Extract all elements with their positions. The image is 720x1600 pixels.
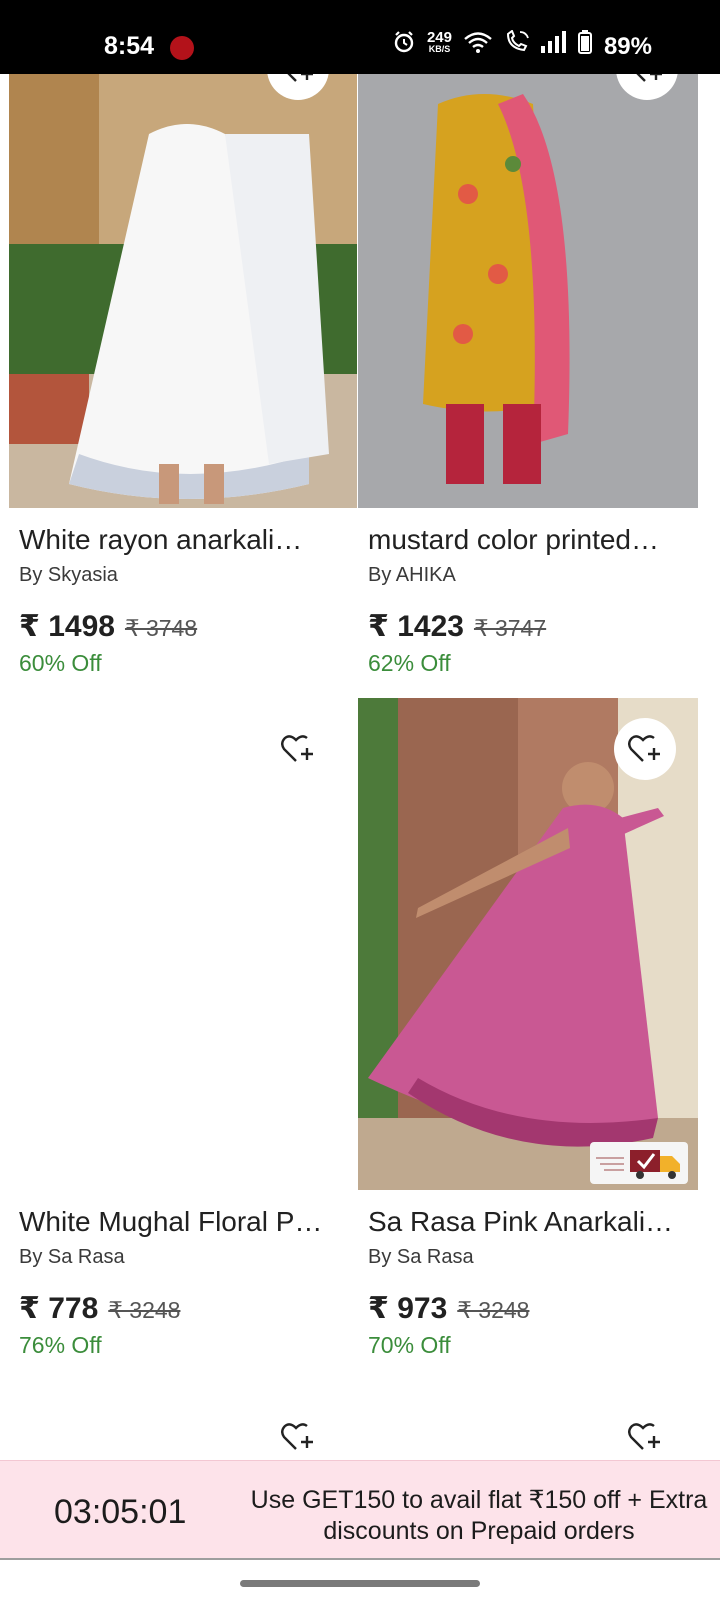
offer-countdown-timer: 03:05:01 xyxy=(54,1493,187,1531)
promo-banner[interactable]: 03:05:01 Use GET150 to avail flat ₹150 o… xyxy=(0,1460,720,1560)
product-info[interactable]: White rayon anarkali… By Skyasia ₹ 1498 … xyxy=(19,524,349,677)
wishlist-button[interactable] xyxy=(267,718,329,780)
product-info[interactable]: mustard color printed… By AHIKA ₹ 1423 ₹… xyxy=(368,524,698,677)
status-time: 8:54 xyxy=(104,32,155,60)
heart-plus-icon xyxy=(628,735,660,762)
alarm-icon xyxy=(394,31,414,53)
product-image[interactable] xyxy=(358,74,706,508)
wishlist-button[interactable] xyxy=(267,1406,329,1460)
product-mrp: ₹ 3248 xyxy=(108,1297,181,1323)
product-brand: By Skyasia xyxy=(19,564,118,586)
product-grid[interactable]: White rayon anarkali… By Skyasia ₹ 1498 … xyxy=(0,74,720,1460)
heart-plus-icon xyxy=(287,74,313,82)
heart-plus-icon xyxy=(281,1423,313,1450)
product-brand: By Sa Rasa xyxy=(368,1246,474,1268)
wifi-call-icon xyxy=(506,30,529,52)
product-title: White Mughal Floral P… xyxy=(19,1206,323,1237)
product-info[interactable]: Sa Rasa Pink Anarkali… By Sa Rasa ₹ 973 … xyxy=(368,1206,698,1359)
product-mrp: ₹ 3747 xyxy=(473,615,547,641)
product-title: Sa Rasa Pink Anarkali… xyxy=(368,1206,674,1237)
product-price: ₹ 778 xyxy=(19,1292,99,1325)
product-title: mustard color printed… xyxy=(368,524,660,555)
product-brand: By AHIKA xyxy=(368,564,456,586)
gesture-nav-area xyxy=(0,1560,720,1600)
net-speed: 249 KB/S xyxy=(426,29,452,54)
battery-icon xyxy=(578,30,592,54)
product-title: White rayon anarkali… xyxy=(19,524,303,555)
price-row: ₹ 973 ₹ 3248 xyxy=(368,1291,698,1326)
promo-message: Use GET150 to avail flat ₹150 off + Extr… xyxy=(250,1486,708,1545)
product-card[interactable]: mustard color printed… By AHIKA ₹ 1423 ₹… xyxy=(358,74,706,684)
price-row: ₹ 778 ₹ 3248 xyxy=(19,1291,349,1326)
product-photo-mustard-suit xyxy=(358,74,698,508)
product-discount: 76% Off xyxy=(19,1332,102,1358)
product-discount: 70% Off xyxy=(368,1332,451,1358)
product-info[interactable]: White Mughal Floral P… By Sa Rasa ₹ 778 … xyxy=(19,1206,349,1359)
notification-dot-icon xyxy=(170,36,194,60)
heart-plus-icon xyxy=(281,735,313,762)
delivery-truck-icon xyxy=(596,1150,680,1179)
product-brand: By Sa Rasa xyxy=(19,1246,125,1268)
wifi-icon xyxy=(464,32,492,53)
signal-icon xyxy=(541,31,566,53)
wishlist-button[interactable] xyxy=(614,718,676,780)
fast-delivery-badge xyxy=(590,1142,688,1184)
product-mrp: ₹ 3748 xyxy=(124,615,198,641)
price-row: ₹ 1498 ₹ 3748 xyxy=(19,609,349,644)
product-price: ₹ 1498 xyxy=(19,610,115,643)
product-price: ₹ 1423 xyxy=(368,610,464,643)
heart-plus-icon xyxy=(628,1423,660,1450)
product-mrp: ₹ 3248 xyxy=(457,1297,530,1323)
product-price: ₹ 973 xyxy=(368,1292,448,1325)
product-card[interactable]: Sa Rasa Pink Anarkali… By Sa Rasa ₹ 973 … xyxy=(358,698,706,1398)
product-card[interactable]: White rayon anarkali… By Skyasia ₹ 1498 … xyxy=(9,74,357,684)
heart-plus-icon xyxy=(636,74,662,82)
gesture-handle[interactable] xyxy=(240,1580,480,1587)
status-bar: 8:54 249 KB/S 89% xyxy=(0,0,720,74)
battery-level: 89% xyxy=(603,33,652,60)
product-discount: 60% Off xyxy=(19,650,102,676)
price-row: ₹ 1423 ₹ 3747 xyxy=(368,609,698,644)
product-photo-white-anarkali xyxy=(9,74,357,508)
wishlist-button[interactable] xyxy=(614,1406,676,1460)
status-icons: 249 KB/S xyxy=(392,30,592,54)
product-card[interactable]: White Mughal Floral P… By Sa Rasa ₹ 778 … xyxy=(9,698,357,1398)
product-image[interactable] xyxy=(9,74,357,508)
product-discount: 62% Off xyxy=(368,650,451,676)
